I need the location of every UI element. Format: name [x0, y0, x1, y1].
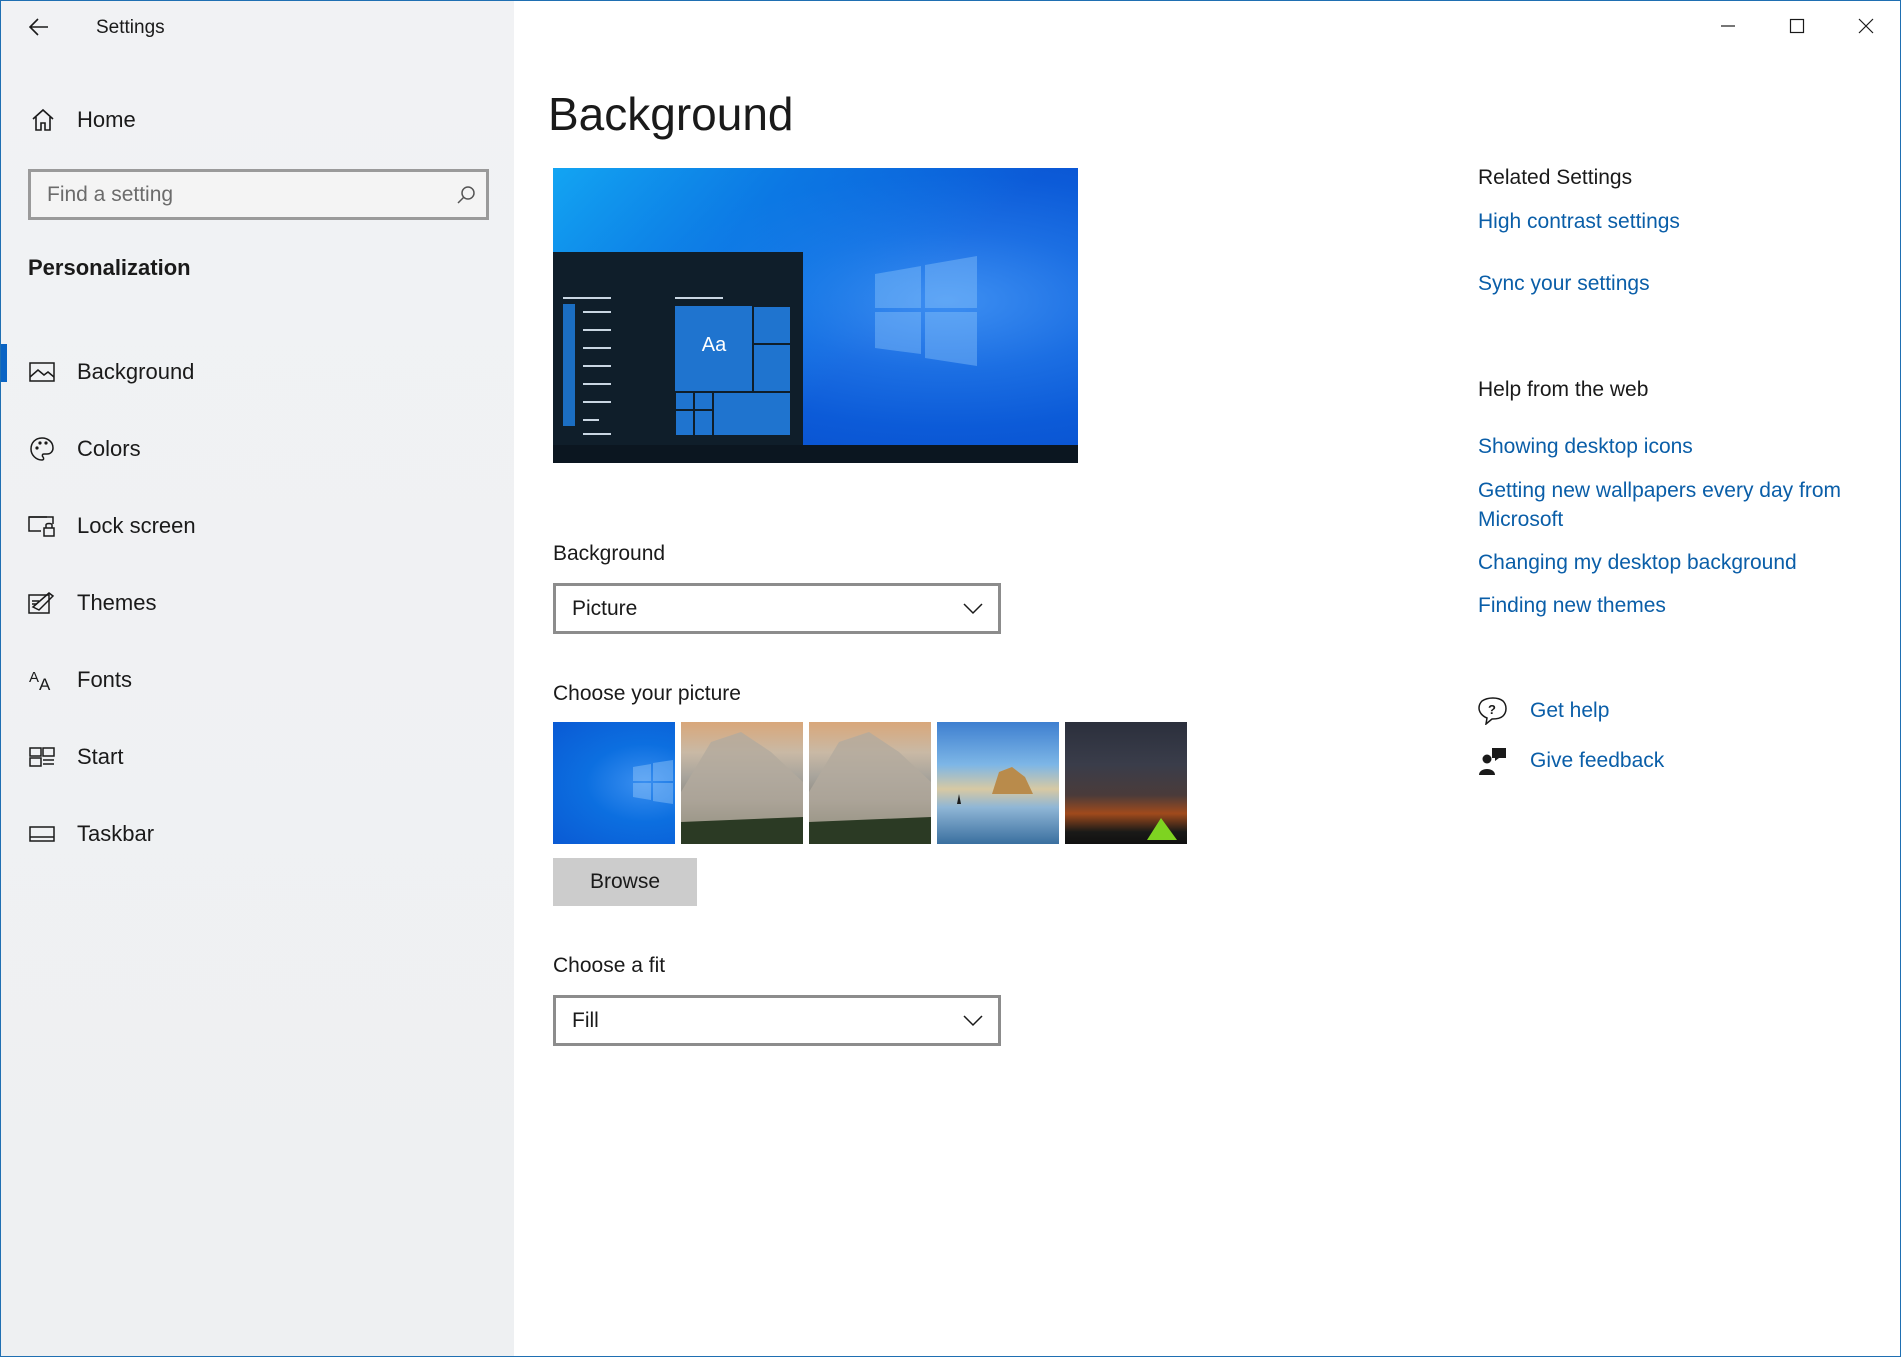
give-feedback-label: Give feedback	[1530, 749, 1665, 772]
section-title: Personalization	[28, 255, 191, 280]
tent-icon	[1147, 818, 1177, 840]
chevron-down-icon	[948, 602, 998, 615]
sidebar-item-label: Start	[77, 743, 124, 769]
link-desktop-icons[interactable]: Showing desktop icons	[1478, 432, 1868, 461]
chevron-down-icon	[948, 1014, 998, 1027]
related-settings-heading: Related Settings	[1478, 166, 1633, 189]
sidebar-item-fonts[interactable]: A A Fonts	[1, 641, 514, 718]
link-sync-settings[interactable]: Sync your settings	[1478, 269, 1868, 298]
preview-start-menu: Aa	[553, 252, 803, 445]
fit-label: Choose a fit	[553, 954, 666, 977]
window-controls	[1693, 1, 1900, 51]
sidebar-item-label: Background	[77, 358, 195, 384]
sidebar-item-label: Lock screen	[77, 512, 196, 538]
choose-picture-label: Choose your picture	[553, 682, 741, 705]
svg-text:?: ?	[1488, 702, 1496, 717]
minimize-icon	[1720, 25, 1735, 27]
app-title: Settings	[96, 17, 165, 38]
thumbnail-el-capitan-2[interactable]	[809, 722, 931, 844]
start-icon	[27, 742, 57, 772]
help-heading: Help from the web	[1478, 378, 1649, 401]
background-label: Background	[553, 542, 666, 565]
link-new-themes[interactable]: Finding new themes	[1478, 591, 1868, 620]
search-icon[interactable]	[446, 172, 486, 217]
home-label: Home	[77, 107, 136, 132]
mountain-icon	[809, 732, 931, 844]
picture-icon	[27, 357, 57, 387]
thumbnail-el-capitan[interactable]	[681, 722, 803, 844]
fonts-icon: A A	[27, 665, 57, 695]
close-icon	[1858, 18, 1873, 34]
background-preview: Aa	[553, 168, 1078, 463]
maximize-icon	[1789, 18, 1804, 34]
themes-icon	[27, 588, 57, 618]
back-button[interactable]	[21, 9, 57, 45]
get-help-link[interactable]: ? Get help	[1478, 696, 1609, 726]
link-high-contrast[interactable]: High contrast settings	[1478, 207, 1868, 236]
palette-icon	[27, 434, 57, 464]
thumbnail-beach-rock[interactable]	[937, 722, 1059, 844]
sidebar-item-taskbar[interactable]: Taskbar	[1, 795, 514, 872]
taskbar-icon	[27, 819, 57, 849]
sidebar-item-colors[interactable]: Colors	[1, 410, 514, 487]
background-dropdown[interactable]: Picture	[553, 583, 1001, 634]
sidebar-item-label: Themes	[77, 589, 157, 615]
sidebar-item-label: Fonts	[77, 666, 133, 692]
preview-taskbar	[553, 445, 1078, 463]
link-change-background[interactable]: Changing my desktop background	[1478, 548, 1868, 577]
browse-button[interactable]: Browse	[553, 858, 697, 906]
close-button[interactable]	[1831, 1, 1900, 51]
link-new-wallpapers[interactable]: Getting new wallpapers every day from Mi…	[1478, 476, 1868, 534]
sidebar-item-background[interactable]: Background	[1, 333, 514, 410]
svg-text:A: A	[29, 669, 39, 686]
sidebar-item-label: Taskbar	[77, 820, 155, 846]
sidebar: Settings Home Personalization	[1, 1, 514, 1356]
fit-dropdown[interactable]: Fill	[553, 995, 1001, 1046]
minimize-button[interactable]	[1693, 1, 1762, 51]
page-title: Background	[548, 88, 794, 140]
thumbnail-night-sky[interactable]	[1065, 722, 1187, 844]
sidebar-item-lock-screen[interactable]: Lock screen	[1, 487, 514, 564]
sidebar-item-home[interactable]: Home	[25, 101, 485, 139]
sidebar-item-themes[interactable]: Themes	[1, 564, 514, 641]
picture-thumbnails	[553, 722, 1187, 844]
back-arrow-icon	[29, 18, 48, 36]
rock-icon	[957, 767, 1033, 804]
nav-list: Background Colors Lock screen Themes A A…	[1, 333, 514, 872]
background-dropdown-value: Picture	[572, 596, 638, 620]
maximize-button[interactable]	[1762, 1, 1831, 51]
windows-logo-icon	[633, 760, 673, 804]
help-chat-icon: ?	[1478, 696, 1508, 726]
mountain-icon	[681, 732, 803, 844]
preview-tile-text: Aa	[701, 334, 727, 356]
home-icon	[25, 105, 61, 135]
lock-screen-icon	[27, 511, 57, 541]
sidebar-item-start[interactable]: Start	[1, 718, 514, 795]
fit-dropdown-value: Fill	[572, 1008, 599, 1032]
windows-logo-icon	[875, 256, 977, 366]
search-box	[28, 169, 489, 220]
sidebar-item-label: Colors	[77, 435, 141, 461]
give-feedback-link[interactable]: Give feedback	[1478, 746, 1664, 776]
search-input[interactable]	[31, 172, 446, 217]
feedback-person-icon	[1478, 746, 1508, 776]
settings-window: Settings Home Personalization	[0, 0, 1901, 1357]
svg-text:A: A	[39, 675, 51, 694]
thumbnail-windows-blue[interactable]	[553, 722, 675, 844]
get-help-label: Get help	[1530, 699, 1610, 722]
